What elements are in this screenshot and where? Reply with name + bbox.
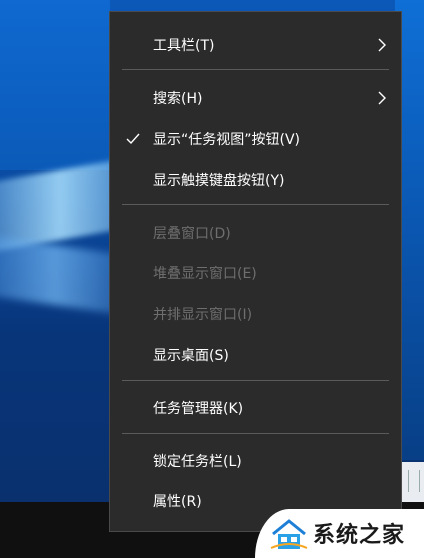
menu-item-side-by-side-windows: 并排显示窗口(I) [110,297,401,331]
menu-item-label: 显示桌面(S) [153,348,229,364]
menu-item-task-manager[interactable]: 任务管理器(K) [110,391,401,425]
edge-detail [408,470,420,492]
menu-item-show-touch-keyboard-button[interactable]: 显示触摸键盘按钮(Y) [110,163,401,197]
chevron-right-icon [375,28,389,62]
menu-separator [122,433,389,434]
chevron-right-icon [375,81,389,115]
menu-item-label: 工具栏(T) [153,38,215,54]
taskbar-context-menu: 工具栏(T) 搜索(H) 显示“任务视图”按钮(V) 显示触摸键盘按钮(Y) 层… [109,11,402,532]
menu-separator [122,69,389,70]
menu-item-label: 堆叠显示窗口(E) [153,266,257,282]
watermark-text: 系统之家 [313,523,406,548]
menu-item-stack-windows: 堆叠显示窗口(E) [110,256,401,290]
menu-item-label: 锁定任务栏(L) [153,454,242,470]
menu-item-cascade-windows: 层叠窗口(D) [110,216,401,250]
menu-item-label: 显示“任务视图”按钮(V) [153,132,301,148]
menu-item-label: 并排显示窗口(I) [153,307,253,323]
menu-item-show-desktop[interactable]: 显示桌面(S) [110,338,401,372]
menu-item-label: 搜索(H) [153,91,203,107]
menu-item-label: 属性(R) [153,494,202,510]
menu-item-show-task-view-button[interactable]: 显示“任务视图”按钮(V) [110,122,401,156]
menu-item-label: 层叠窗口(D) [153,226,231,242]
menu-separator [122,204,389,205]
desktop-edge-strip [402,462,424,502]
menu-separator [122,380,389,381]
checkmark-icon [124,122,142,156]
menu-item-lock-taskbar[interactable]: 锁定任务栏(L) [110,444,401,478]
watermark-logo: 系统之家 [255,509,424,558]
wallpaper-light-area [0,0,110,170]
menu-item-label: 显示触摸键盘按钮(Y) [153,173,285,189]
menu-item-search[interactable]: 搜索(H) [110,81,401,115]
house-logo-icon [270,519,308,549]
menu-item-label: 任务管理器(K) [153,401,244,417]
menu-item-toolbars[interactable]: 工具栏(T) [110,28,401,62]
